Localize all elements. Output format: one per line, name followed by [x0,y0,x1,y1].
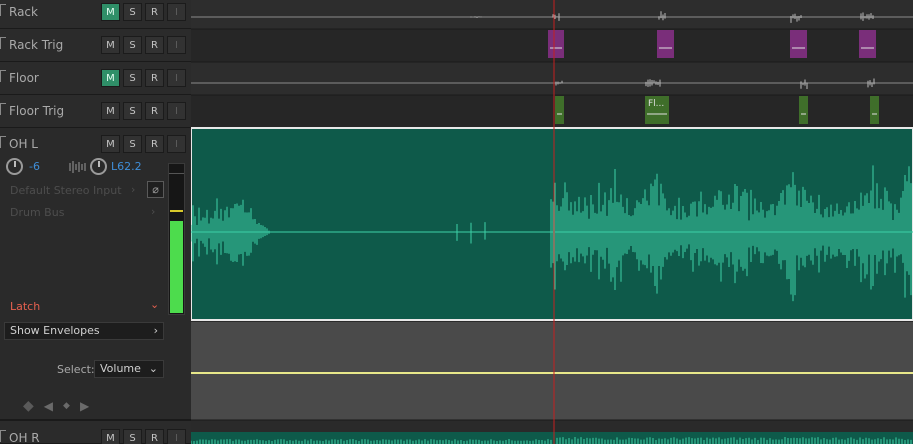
show-envelopes-button[interactable]: Show Envelopes › [4,322,164,340]
parameter-select-value: Volume [100,362,141,375]
monitor-input-button[interactable]: I [167,69,186,87]
track-level-meter [168,163,185,315]
show-envelopes-label: Show Envelopes [10,324,100,337]
track-edge-marker [0,103,6,115]
track-header-floor-trig[interactable]: Floor Trig M S R I [0,95,191,128]
track-buttons: M S R I [101,36,186,54]
trigger-clip-label: Fl... [648,99,664,109]
trigger-clip[interactable] [555,96,564,124]
chevron-right-icon: › [151,205,156,218]
mute-button[interactable]: M [101,429,120,444]
record-arm-button[interactable]: R [145,3,164,21]
record-arm-button[interactable]: R [145,429,164,444]
input-routing[interactable]: Default Stereo Input [10,184,122,197]
solo-button[interactable]: S [123,3,142,21]
track-name[interactable]: Rack Trig [9,38,63,52]
track-edge-marker [0,136,6,148]
select-label: Select: [57,363,95,376]
pan-value[interactable]: L62.2 [111,160,142,173]
lane-floor[interactable] [191,62,913,95]
pan-control: L62.2 [69,158,142,175]
monitor-input-button[interactable]: I [167,36,186,54]
track-buttons: M S R I [101,429,186,444]
solo-button[interactable]: S [123,429,142,444]
track-header-floor[interactable]: Floor M S R I [0,62,191,95]
add-keyframe-icon[interactable]: ◆ [63,401,70,411]
monitor-input-button[interactable]: I [167,135,186,153]
track-buttons: M S R I [101,102,186,120]
track-name[interactable]: Floor [9,71,39,85]
phase-invert-button[interactable]: ⌀ [147,181,164,198]
eraser-icon[interactable]: ◆ [23,398,34,414]
track-buttons: M S R I [101,135,186,153]
record-arm-button[interactable]: R [145,69,164,87]
trigger-clip[interactable] [859,30,876,58]
volume-value[interactable]: -6 [29,160,40,173]
track-edge-marker [0,70,6,82]
volume-knob-icon[interactable] [6,158,23,175]
chevron-right-icon: › [153,324,158,337]
keyframe-tools: ◆ ◀ ◆ ▶ [23,398,89,414]
track-edge-marker [0,430,6,442]
trigger-clip[interactable] [799,96,808,124]
track-edge-marker [0,4,6,16]
output-routing[interactable]: Drum Bus [10,206,64,219]
automation-mode[interactable]: Latch [10,300,40,313]
mute-button[interactable]: M [101,3,120,21]
track-edge-marker [0,37,6,49]
mute-button[interactable]: M [101,135,120,153]
track-buttons: M S R I [101,69,186,87]
track-header-rack-trig[interactable]: Rack Trig M S R I [0,29,191,62]
track-buttons: M S R I [101,3,186,21]
track-name[interactable]: OH L [9,137,38,151]
chevron-right-icon: › [131,183,136,196]
monitor-input-button[interactable]: I [167,102,186,120]
solo-button[interactable]: S [123,135,142,153]
meter-level-fill [170,221,183,313]
track-name[interactable]: Floor Trig [9,104,64,118]
mute-button[interactable]: M [101,36,120,54]
track-headers-panel: Rack M S R I Rack Trig M S R I Floor M S… [0,0,191,444]
trigger-clip[interactable] [548,30,564,58]
timeline-lanes[interactable]: Fl... [191,0,913,444]
mute-button[interactable]: M [101,69,120,87]
stereo-pan-icon [69,160,86,173]
record-arm-button[interactable]: R [145,135,164,153]
trigger-clip[interactable] [870,96,879,124]
trigger-clip[interactable] [657,30,674,58]
pan-knob-icon[interactable] [90,158,107,175]
mute-button[interactable]: M [101,102,120,120]
timeline-canvas[interactable]: Fl... [191,0,913,444]
volume-control: -6 [6,158,40,175]
meter-tick [169,173,184,174]
trigger-clip[interactable] [790,30,807,58]
monitor-input-button[interactable]: I [167,429,186,444]
track-name[interactable]: OH R [9,431,40,444]
track-header-rack[interactable]: Rack M S R I [0,0,191,29]
chevron-down-icon[interactable]: ⌄ [150,298,159,311]
chevron-down-icon: ⌄ [148,362,158,375]
parameter-select[interactable]: Volume ⌄ [94,360,164,378]
meter-peak-indicator [170,210,183,212]
solo-button[interactable]: S [123,69,142,87]
solo-button[interactable]: S [123,102,142,120]
previous-keyframe-icon[interactable]: ◀ [44,399,53,413]
track-header-oh-r[interactable]: OH R M S R I [0,420,191,444]
monitor-input-button[interactable]: I [167,3,186,21]
next-keyframe-icon[interactable]: ▶ [80,399,89,413]
volume-envelope-lane[interactable] [191,322,913,420]
record-arm-button[interactable]: R [145,102,164,120]
solo-button[interactable]: S [123,36,142,54]
record-arm-button[interactable]: R [145,36,164,54]
track-name[interactable]: Rack [9,5,38,19]
lane-rack[interactable] [191,0,913,29]
